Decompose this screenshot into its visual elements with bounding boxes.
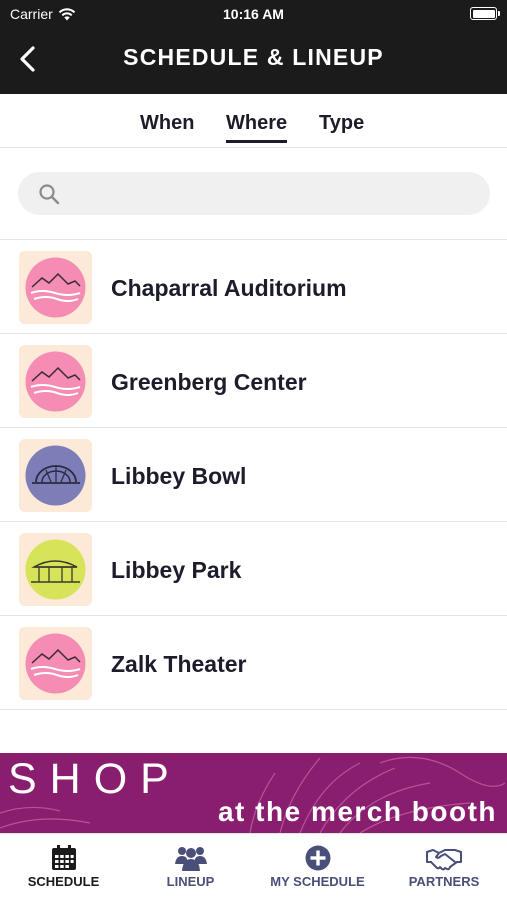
mountains-icon [25, 257, 86, 318]
list-item[interactable]: Libbey Park [0, 522, 507, 616]
tabbar-my-schedule[interactable]: MY SCHEDULE [254, 834, 381, 900]
tab-when[interactable]: When [140, 112, 194, 135]
venue-name: Libbey Bowl [111, 463, 247, 489]
venue-name: Libbey Park [111, 557, 242, 583]
tabbar-label: SCHEDULE [27, 874, 100, 889]
filter-tabs: When Where Type [0, 94, 507, 148]
mountains-icon [25, 351, 86, 412]
banner-subtitle: at the merch booth [217, 796, 497, 827]
venue-thumbnail [19, 345, 92, 418]
list-item[interactable]: Chaparral Auditorium [0, 240, 507, 334]
tab-type[interactable]: Type [319, 112, 364, 135]
venue-name: Zalk Theater [111, 651, 247, 677]
merch-banner[interactable]: SHOP at the merch booth [0, 753, 507, 833]
list-item[interactable]: Zalk Theater [0, 616, 507, 710]
list-item[interactable]: Libbey Bowl [0, 428, 507, 522]
venue-thumbnail [19, 251, 92, 324]
plus-circle-icon [305, 845, 330, 871]
venue-thumbnail [19, 439, 92, 512]
bandshell-icon [25, 445, 86, 506]
tabbar-label: LINEUP [166, 874, 215, 889]
mountains-icon [25, 633, 86, 694]
pavilion-icon [25, 539, 86, 600]
venue-list: Chaparral Auditorium Greenberg Center Li… [0, 239, 507, 710]
battery-icon [470, 7, 500, 20]
header: Carrier 10:16 AM SCHEDULE & LINEUP [0, 0, 507, 94]
calendar-icon [51, 845, 76, 870]
search-icon [39, 184, 60, 205]
tabbar-schedule[interactable]: SCHEDULE [0, 834, 127, 900]
venue-thumbnail [19, 627, 92, 700]
status-bar: Carrier 10:16 AM [0, 0, 507, 28]
venue-name: Chaparral Auditorium [111, 275, 347, 301]
banner-title: SHOP [8, 755, 182, 803]
tab-where[interactable]: Where [226, 112, 288, 143]
handshake-icon [426, 849, 462, 871]
bottom-tab-bar: SCHEDULE LINEUP MY SCHEDULE PARTNERS [0, 833, 507, 900]
tabbar-label: PARTNERS [408, 874, 480, 889]
list-item[interactable]: Greenberg Center [0, 334, 507, 428]
people-icon [174, 847, 207, 871]
venue-thumbnail [19, 533, 92, 606]
tabbar-lineup[interactable]: LINEUP [127, 834, 254, 900]
search-input[interactable] [70, 172, 470, 215]
page-title: SCHEDULE & LINEUP [123, 44, 384, 70]
tabbar-partners[interactable]: PARTNERS [381, 834, 507, 900]
search-bar [18, 172, 490, 215]
venue-name: Greenberg Center [111, 369, 307, 395]
tabbar-label: MY SCHEDULE [270, 874, 365, 889]
clock: 10:16 AM [223, 6, 284, 22]
